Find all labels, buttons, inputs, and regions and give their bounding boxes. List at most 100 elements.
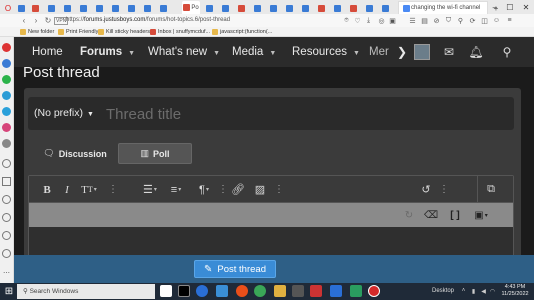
browser-tab[interactable] bbox=[158, 2, 170, 14]
bold-button[interactable]: B bbox=[41, 182, 53, 197]
task-view-icon[interactable] bbox=[160, 285, 172, 297]
app-icon[interactable] bbox=[310, 285, 322, 297]
ie-icon[interactable] bbox=[330, 285, 342, 297]
wallet-icon[interactable]: ▤ bbox=[420, 16, 429, 25]
nav-media[interactable]: Media ▼ bbox=[232, 37, 276, 67]
settings-icon[interactable] bbox=[2, 231, 11, 240]
profile-icon[interactable]: ☺ bbox=[492, 16, 501, 25]
preview-icon[interactable]: ⧉ bbox=[483, 182, 499, 197]
heart-icon[interactable]: ♡ bbox=[353, 16, 362, 25]
nav-more[interactable]: Mer bbox=[369, 37, 389, 67]
sync-icon[interactable]: ⟳ bbox=[468, 16, 477, 25]
app-icon[interactable] bbox=[178, 285, 190, 297]
bookmarks-icon[interactable] bbox=[2, 195, 11, 204]
paragraph-button[interactable]: ¶ ▾ bbox=[193, 182, 215, 197]
more-options-icon[interactable]: ⋮ bbox=[439, 181, 449, 197]
instagram-icon[interactable] bbox=[2, 123, 11, 132]
opera-icon[interactable] bbox=[2, 43, 11, 52]
thread-title-input[interactable] bbox=[106, 103, 506, 125]
opera-taskbar-icon[interactable] bbox=[368, 285, 380, 297]
browser-tab[interactable] bbox=[46, 2, 58, 14]
network-icon[interactable]: ▮ bbox=[470, 287, 477, 295]
prefix-select[interactable]: (No prefix) ▼ bbox=[34, 97, 94, 130]
file-explorer-icon[interactable] bbox=[274, 285, 286, 297]
redo-icon[interactable]: ↻ bbox=[403, 208, 415, 222]
vk-icon[interactable] bbox=[2, 91, 11, 100]
browser-tab[interactable] bbox=[220, 2, 232, 14]
chevron-down-icon[interactable]: ▼ bbox=[353, 50, 360, 57]
italic-button[interactable]: I bbox=[61, 182, 73, 197]
system-clock[interactable]: 4:43 PM 11/25/2022 bbox=[498, 284, 532, 298]
telegram-icon[interactable] bbox=[2, 107, 11, 116]
firefox-icon[interactable] bbox=[236, 285, 248, 297]
forward-icon[interactable]: › bbox=[31, 15, 41, 26]
bell-icon[interactable]: 🔔︎ bbox=[468, 44, 484, 60]
windows-start-icon[interactable]: ⊞ bbox=[3, 285, 15, 297]
browser-tab[interactable] bbox=[94, 2, 106, 14]
undo-icon[interactable]: ↺ bbox=[419, 182, 433, 197]
browser-tab[interactable] bbox=[300, 2, 312, 14]
app-icon[interactable] bbox=[292, 285, 304, 297]
inbox-icon[interactable]: ✉ bbox=[441, 44, 457, 60]
twitter-icon[interactable] bbox=[2, 139, 11, 148]
player-icon[interactable] bbox=[2, 177, 11, 186]
nav-home[interactable]: Home bbox=[32, 37, 63, 67]
eraser-icon[interactable]: ⌫ bbox=[424, 208, 438, 222]
drafts-icon[interactable]: ▣ ▾ bbox=[471, 208, 491, 222]
align-button[interactable]: ≡ ▾ bbox=[165, 182, 187, 197]
text-size-button[interactable]: T T ▾ bbox=[79, 182, 99, 197]
wifi-icon[interactable]: ◠ bbox=[489, 287, 496, 295]
messenger-icon[interactable] bbox=[2, 59, 11, 68]
browser-tab[interactable] bbox=[30, 2, 42, 14]
browser-tab[interactable] bbox=[78, 2, 90, 14]
minimize-icon[interactable]: – bbox=[493, 3, 497, 12]
tab-poll[interactable]: ▥ Poll bbox=[118, 143, 192, 164]
browser-tab-search[interactable]: changing the wi-fi channel bbox=[398, 1, 488, 14]
extension-icon[interactable]: ▣ bbox=[388, 16, 397, 25]
image-icon[interactable]: ▨ bbox=[253, 182, 267, 197]
bookmark-item[interactable]: New folder bbox=[20, 28, 54, 36]
browser-tab[interactable] bbox=[348, 2, 360, 14]
chevron-up-icon[interactable]: ˄ bbox=[460, 287, 467, 295]
whatsapp-icon[interactable] bbox=[2, 75, 11, 84]
bookmark-item[interactable]: javascript:(function(... bbox=[212, 28, 272, 36]
close-icon[interactable]: ✕ bbox=[523, 3, 530, 12]
link-icon[interactable]: 🔗︎ bbox=[231, 182, 245, 197]
reading-list-icon[interactable]: ☰ bbox=[408, 16, 417, 25]
nav-whats-new[interactable]: What's new ▼ bbox=[148, 37, 220, 67]
info-icon[interactable] bbox=[2, 249, 11, 258]
browser-tab[interactable] bbox=[126, 2, 138, 14]
browser-tab-active[interactable]: Po bbox=[182, 1, 200, 14]
download-icon[interactable]: ⤓ bbox=[364, 16, 373, 25]
browser-tab[interactable] bbox=[332, 2, 344, 14]
browser-tab[interactable] bbox=[380, 2, 392, 14]
more-options-icon[interactable]: ⋮ bbox=[108, 181, 118, 197]
pinboard-icon[interactable]: ◫ bbox=[480, 16, 489, 25]
taskbar-search[interactable]: ⚲ Search Windows bbox=[17, 284, 155, 299]
edge-icon[interactable] bbox=[196, 285, 208, 297]
browser-tab[interactable] bbox=[204, 2, 216, 14]
browser-tab[interactable] bbox=[316, 2, 328, 14]
avatar[interactable] bbox=[414, 44, 430, 60]
list-button[interactable]: ☰ ▾ bbox=[139, 182, 161, 197]
chevron-down-icon[interactable]: ▼ bbox=[213, 50, 220, 57]
reload-icon[interactable]: ↻ bbox=[43, 15, 53, 26]
browser-tab[interactable] bbox=[268, 2, 280, 14]
bookmark-item[interactable]: Kill sticky headers bbox=[98, 28, 150, 36]
back-icon[interactable]: ‹ bbox=[19, 15, 29, 26]
bookmark-item[interactable]: Inbox | snuffymcduf... bbox=[150, 28, 210, 36]
browser-tab[interactable] bbox=[252, 2, 264, 14]
desktop-toolbar-label[interactable]: Desktop bbox=[432, 283, 454, 300]
ad-blocker-icon[interactable]: ⊘ bbox=[432, 16, 441, 25]
browser-tab[interactable] bbox=[236, 2, 248, 14]
app-icon[interactable] bbox=[350, 285, 362, 297]
snapshot-icon[interactable]: ◎ bbox=[377, 16, 386, 25]
nav-resources[interactable]: Resources ▼ bbox=[292, 37, 360, 67]
nav-forums[interactable]: Forums ▼ bbox=[80, 37, 135, 67]
search-icon[interactable]: ⚲ bbox=[499, 44, 515, 60]
history-icon[interactable] bbox=[2, 159, 11, 168]
volume-icon[interactable]: ◀ bbox=[480, 287, 487, 295]
browser-tab[interactable] bbox=[142, 2, 154, 14]
chevron-down-icon[interactable]: ▼ bbox=[128, 50, 135, 57]
tab-discussion[interactable]: 🗨︎ Discussion bbox=[40, 143, 110, 164]
